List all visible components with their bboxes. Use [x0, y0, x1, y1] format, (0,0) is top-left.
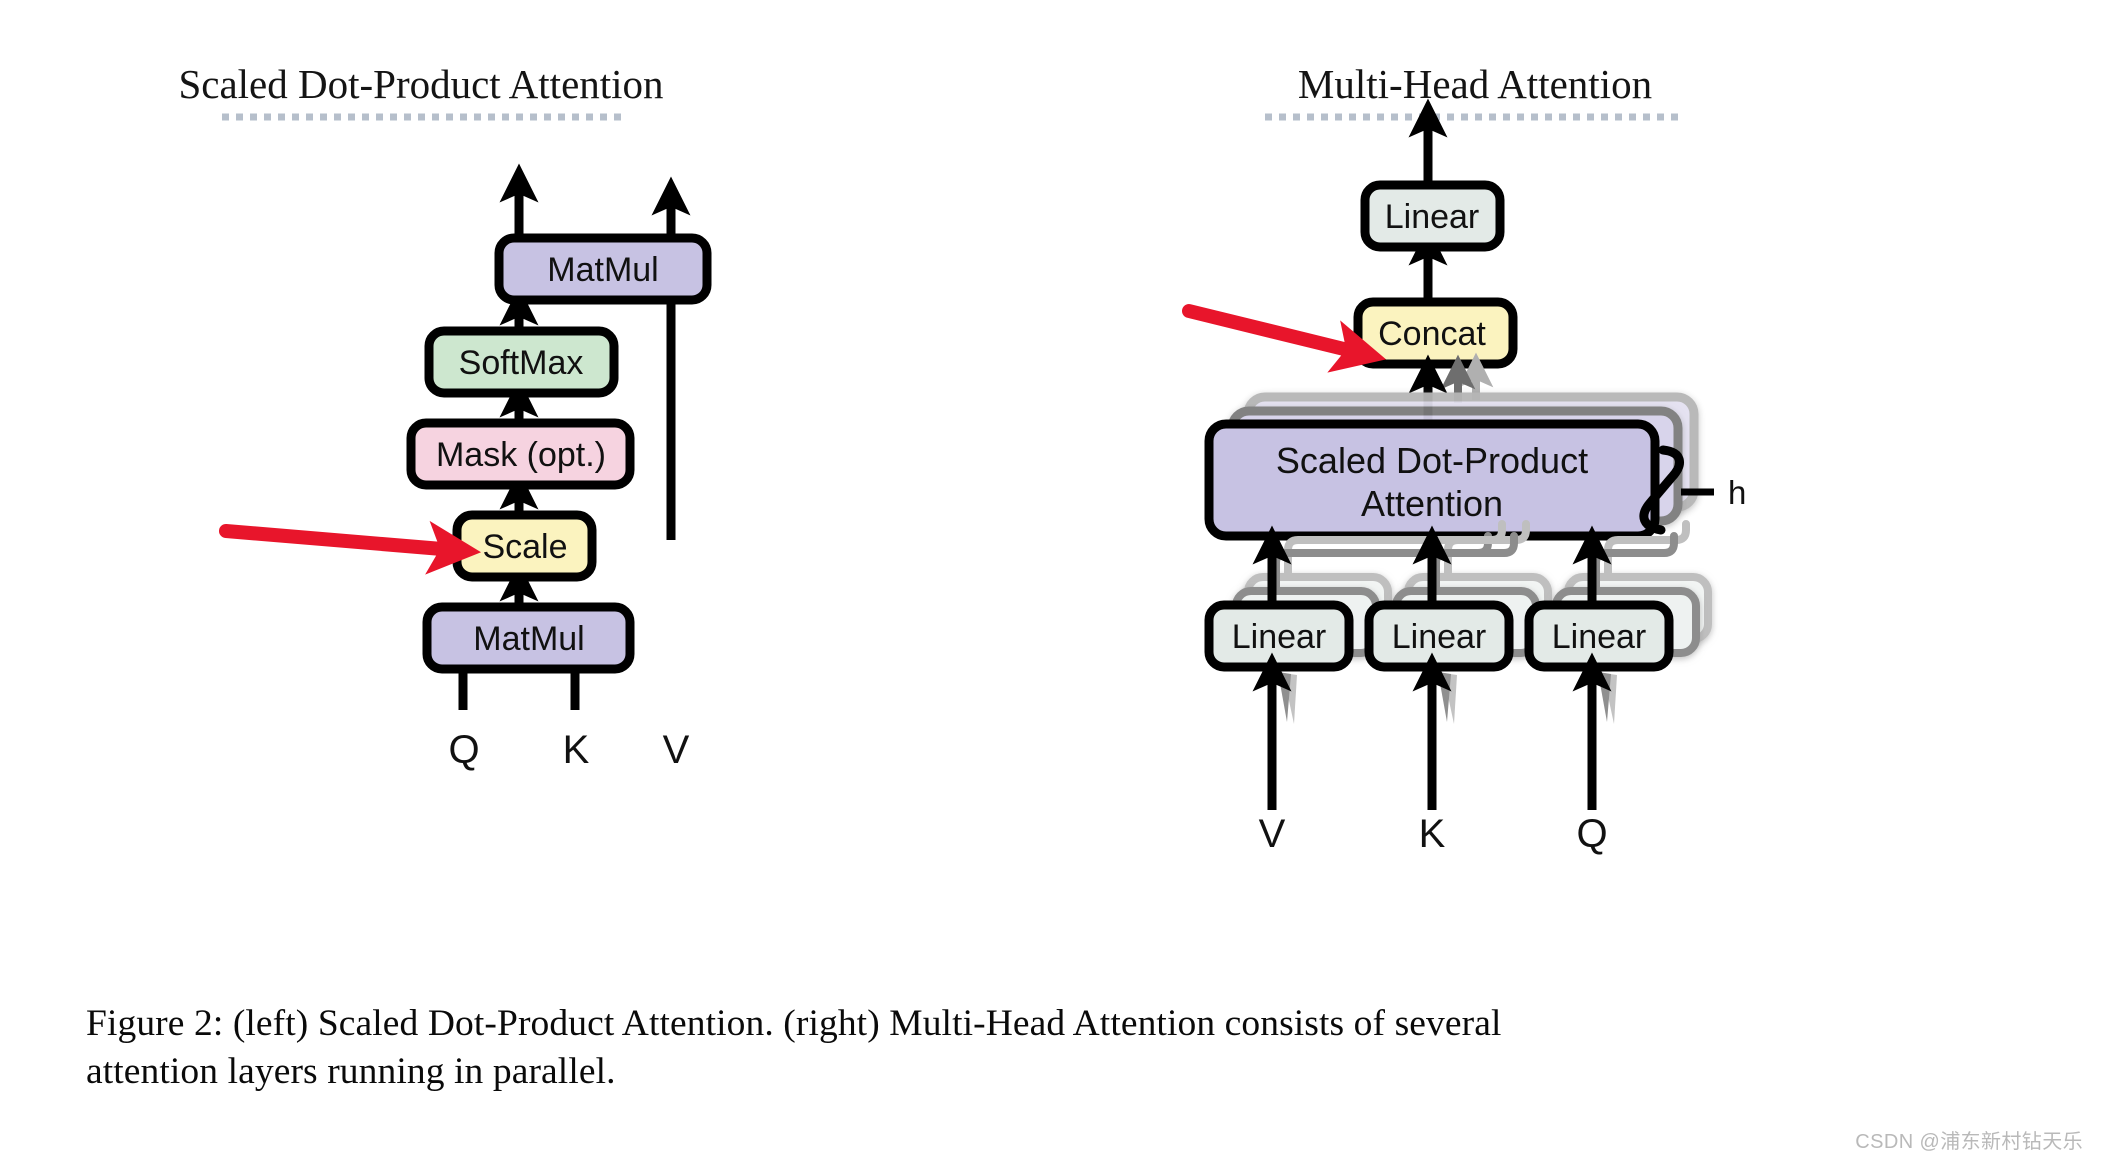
csdn-watermark: CSDN @浦东新村钻天乐: [1855, 1131, 2083, 1153]
node-matmul-top[interactable]: MatMul: [494, 233, 712, 305]
left-panel: Scaled Dot-Product Attention MatMul Soft…: [178, 61, 712, 772]
node-scale-label: Scale: [482, 528, 567, 566]
node-matmul-bottom-label: MatMul: [473, 620, 584, 658]
node-mask[interactable]: Mask (opt.): [406, 418, 635, 490]
caption-line-1: Figure 2: (left) Scaled Dot-Product Atte…: [86, 1003, 1502, 1044]
node-linear-v-label: Linear: [1232, 618, 1327, 656]
rp-input-label-v: V: [1259, 812, 1286, 856]
left-panel-title: Scaled Dot-Product Attention: [178, 61, 663, 107]
node-linear-output[interactable]: Linear: [1360, 180, 1505, 252]
node-linear-q-label: Linear: [1552, 618, 1647, 656]
annotation-arrow-to-scale: [219, 520, 482, 575]
figure-caption: Figure 2: (left) Scaled Dot-Product Atte…: [86, 1000, 1986, 1096]
rp-input-label-k: K: [1419, 812, 1446, 856]
right-panel-title: Multi-Head Attention: [1298, 61, 1652, 107]
attention-architecture-diagram: Scaled Dot-Product Attention MatMul Soft…: [178, 61, 1746, 856]
rp-input-label-q: Q: [1576, 812, 1607, 856]
input-label-q: Q: [448, 728, 479, 772]
node-linear-output-label: Linear: [1385, 198, 1480, 236]
caption-line-2: attention layers running in parallel.: [86, 1051, 616, 1092]
node-softmax[interactable]: SoftMax: [424, 326, 619, 398]
node-softmax-label: SoftMax: [459, 344, 584, 382]
input-label-v: V: [663, 728, 690, 772]
node-matmul-bottom[interactable]: MatMul: [422, 602, 635, 674]
node-concat[interactable]: Concat: [1353, 297, 1518, 369]
heads-count-label: h: [1728, 474, 1746, 511]
figure-container: Scaled Dot-Product Attention MatMul Soft…: [0, 0, 2101, 1162]
node-linear-q[interactable]: Linear: [1524, 600, 1674, 672]
node-mask-label: Mask (opt.): [436, 436, 606, 474]
annotation-arrow-to-concat: [1182, 304, 1387, 373]
node-scaled-dot-product-attention[interactable]: Scaled Dot-Product Attention: [1204, 419, 1660, 541]
node-sdpa-label-line1: Scaled Dot-Product: [1276, 440, 1588, 481]
node-linear-v[interactable]: Linear: [1204, 600, 1354, 672]
node-linear-k[interactable]: Linear: [1364, 600, 1514, 672]
ghost-input-fans: [1278, 672, 1617, 724]
node-sdpa-label-line2: Attention: [1361, 483, 1503, 524]
right-panel: Multi-Head Attention Linear Concat Scale…: [1182, 61, 1746, 856]
node-scale[interactable]: Scale: [452, 510, 597, 582]
node-linear-k-label: Linear: [1392, 618, 1487, 656]
node-concat-label: Concat: [1378, 315, 1486, 353]
input-label-k: K: [563, 728, 590, 772]
node-matmul-top-label: MatMul: [547, 251, 658, 289]
